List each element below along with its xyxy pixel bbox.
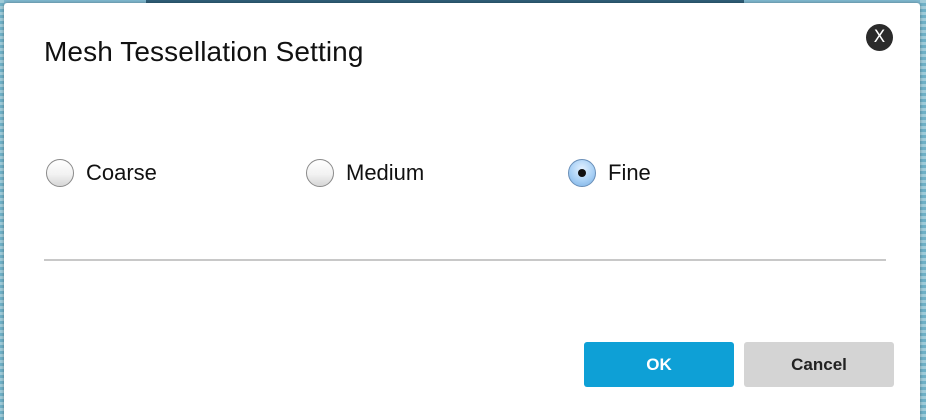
radio-button-medium[interactable] [306, 159, 334, 187]
dialog-title: Mesh Tessellation Setting [44, 36, 364, 67]
radio-button-fine[interactable] [568, 159, 596, 187]
close-icon[interactable]: X [866, 24, 893, 51]
radio-button-coarse[interactable] [46, 159, 74, 187]
divider [44, 259, 886, 261]
radio-option-medium[interactable]: Medium [306, 156, 424, 190]
cancel-button[interactable]: Cancel [744, 342, 894, 387]
mesh-tessellation-dialog: Mesh Tessellation Setting X Coarse Mediu… [4, 3, 920, 420]
radio-selected-dot [578, 169, 586, 177]
radio-label-fine: Fine [608, 160, 651, 185]
radio-label-medium: Medium [346, 160, 425, 185]
radio-option-coarse[interactable]: Coarse [46, 156, 157, 190]
background-edge-right [920, 0, 926, 420]
radio-label-coarse: Coarse [86, 160, 157, 185]
radio-option-fine[interactable]: Fine [568, 156, 651, 190]
ok-button[interactable]: OK [584, 342, 734, 387]
